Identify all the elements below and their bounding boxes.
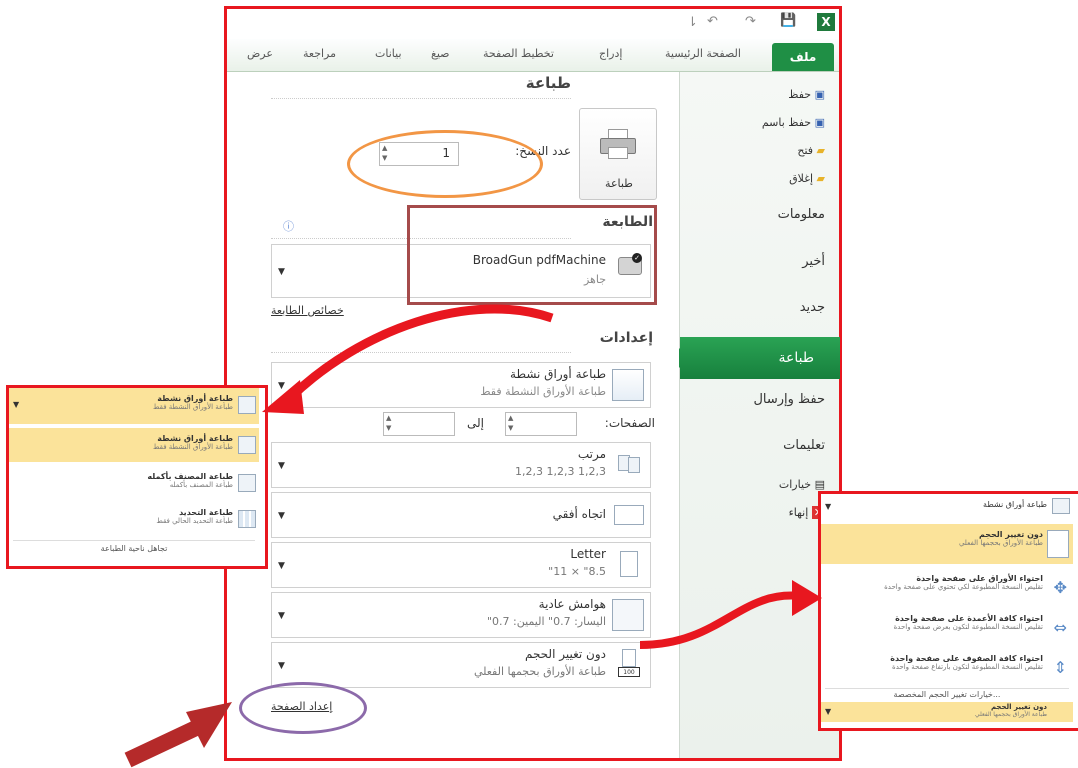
red-arrowhead-right [792,580,822,616]
dark-red-arrow [124,720,200,768]
dark-red-arrowhead [186,702,232,748]
red-arrow-left [286,304,554,402]
annotation-arrows [124,304,822,768]
red-arrow-right [639,591,801,649]
red-arrowhead-left [262,380,304,414]
